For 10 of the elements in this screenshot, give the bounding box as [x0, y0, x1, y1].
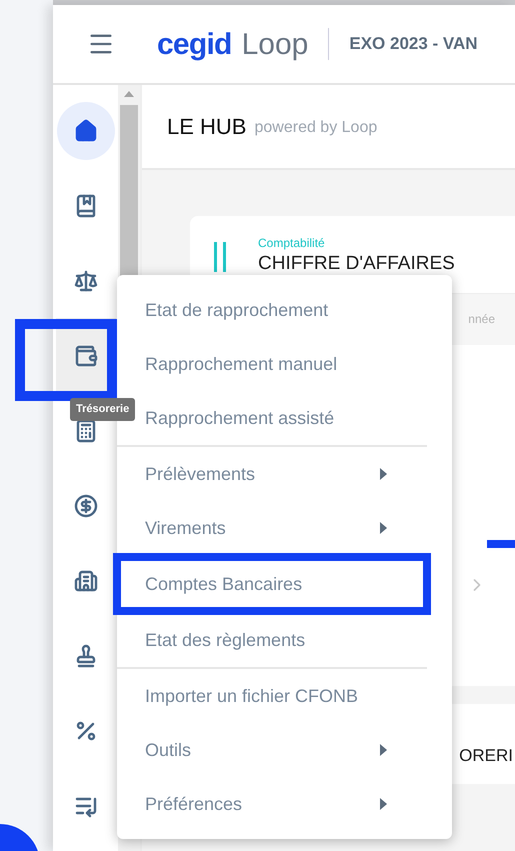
logo-brand: cegid	[157, 26, 232, 62]
card-category: Comptabilité	[258, 235, 326, 252]
section-title: ORERI	[459, 744, 513, 766]
sidebar-tooltip: Trésorerie	[70, 398, 136, 420]
logo-product: Loop	[242, 26, 308, 62]
card-title: CHIFFRE D'AFFAIRES	[258, 252, 455, 276]
context-title: EXO 2023 - VAN	[349, 33, 478, 56]
page-subtitle: powered by Loop	[254, 118, 378, 138]
page-title: LE HUB	[167, 113, 246, 141]
filter-label: nnée	[468, 311, 495, 328]
